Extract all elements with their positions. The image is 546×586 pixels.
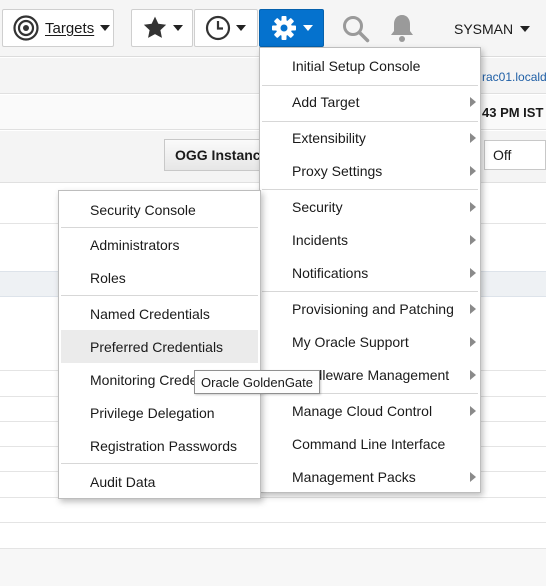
tooltip: Oracle GoldenGate xyxy=(194,370,321,394)
star-icon xyxy=(143,16,167,38)
menu-item-add-target[interactable]: Add Target xyxy=(260,85,480,118)
chevron-right-icon xyxy=(470,303,476,314)
menu-divider xyxy=(61,463,258,464)
target-icon xyxy=(13,15,39,41)
security-submenu: Security Console Administrators Roles Na… xyxy=(58,190,261,499)
menu-item-provisioning-and-patching[interactable]: Provisioning and Patching xyxy=(260,292,480,325)
chevron-right-icon xyxy=(470,405,476,416)
user-menu-button[interactable]: SYSMAN xyxy=(454,18,531,40)
auto-refresh-select[interactable]: Off xyxy=(484,140,546,170)
setup-menu: Initial Setup Console Add Target Extensi… xyxy=(259,47,481,493)
menu-item-extensibility[interactable]: Extensibility xyxy=(260,121,480,154)
menu-item-registration-passwords[interactable]: Registration Passwords xyxy=(59,429,260,462)
menu-item-preferred-credentials[interactable]: Preferred Credentials xyxy=(61,330,258,363)
clock-icon xyxy=(205,15,231,41)
menu-item-proxy-settings[interactable]: Proxy Settings xyxy=(260,154,480,187)
menu-item-administrators[interactable]: Administrators xyxy=(59,228,260,261)
chevron-down-icon xyxy=(520,26,531,32)
gear-icon xyxy=(272,16,296,40)
menu-item-roles[interactable]: Roles xyxy=(59,261,260,294)
host-link[interactable]: rac01.locald xyxy=(482,70,546,84)
refresh-time: 43 PM IST xyxy=(482,105,544,120)
chevron-right-icon xyxy=(470,471,476,482)
menu-item-security[interactable]: Security xyxy=(260,190,480,223)
menu-item-incidents[interactable]: Incidents xyxy=(260,223,480,256)
chevron-down-icon xyxy=(100,25,111,31)
chevron-down-icon xyxy=(173,25,183,31)
menu-item-privilege-delegation[interactable]: Privilege Delegation xyxy=(59,396,260,429)
menu-item-audit-data[interactable]: Audit Data xyxy=(59,465,260,498)
chevron-right-icon xyxy=(470,234,476,245)
search-icon xyxy=(343,16,370,43)
menu-item-my-oracle-support[interactable]: My Oracle Support xyxy=(260,325,480,358)
targets-label: Targets xyxy=(45,19,95,37)
chevron-down-icon xyxy=(236,25,246,31)
targets-menu-button[interactable]: Targets xyxy=(2,9,114,47)
footer-band xyxy=(0,549,546,586)
row-divider xyxy=(0,522,546,523)
chevron-right-icon xyxy=(470,96,476,107)
menu-item-manage-cloud-control[interactable]: Manage Cloud Control xyxy=(260,394,480,427)
notifications-button[interactable] xyxy=(387,12,417,44)
menu-divider xyxy=(61,295,258,296)
menu-item-command-line-interface[interactable]: Command Line Interface xyxy=(260,427,480,460)
chevron-right-icon xyxy=(470,336,476,347)
chevron-right-icon xyxy=(470,369,476,380)
menu-item-notifications[interactable]: Notifications xyxy=(260,256,480,289)
bell-icon xyxy=(391,15,413,42)
setup-menu-button[interactable] xyxy=(259,9,324,47)
search-button[interactable] xyxy=(340,13,372,45)
chevron-right-icon xyxy=(470,132,476,143)
user-name: SYSMAN xyxy=(454,21,514,37)
chevron-right-icon xyxy=(470,165,476,176)
ogg-instance-button[interactable]: OGG Instance xyxy=(164,139,264,171)
menu-item-security-console[interactable]: Security Console xyxy=(59,193,260,226)
menu-item-management-packs[interactable]: Management Packs xyxy=(260,460,480,493)
chevron-right-icon xyxy=(470,267,476,278)
chevron-right-icon xyxy=(470,201,476,212)
favorites-menu-button[interactable] xyxy=(131,9,193,47)
menu-item-named-credentials[interactable]: Named Credentials xyxy=(59,297,260,330)
menu-item-initial-setup-console[interactable]: Initial Setup Console xyxy=(260,49,480,82)
chevron-down-icon xyxy=(303,25,313,31)
history-menu-button[interactable] xyxy=(194,9,258,47)
